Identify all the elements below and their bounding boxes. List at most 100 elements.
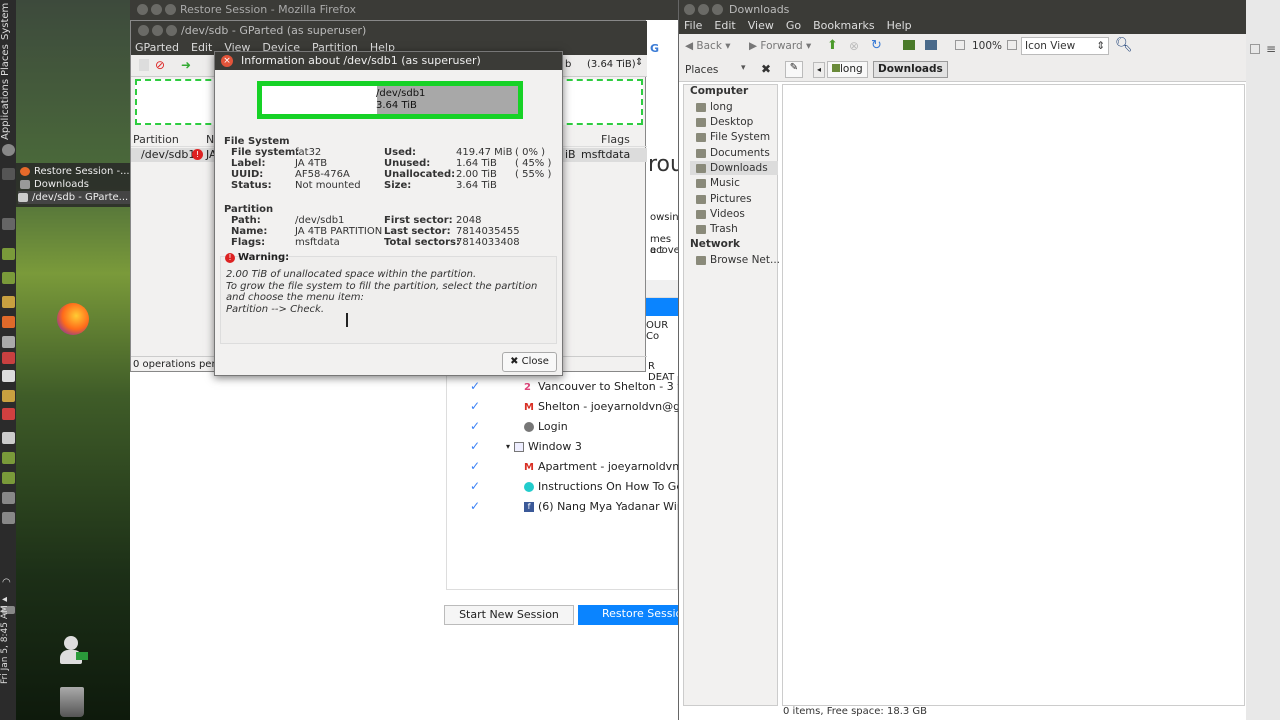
close-icon[interactable]: ×: [221, 55, 233, 67]
file-view[interactable]: [782, 84, 1245, 706]
sidebar-item-documents[interactable]: Documents: [696, 146, 784, 160]
start-new-session-button[interactable]: Start New Session: [444, 605, 574, 625]
sidebar-item-music[interactable]: Music: [696, 176, 784, 190]
restore-session-button[interactable]: Restore Session: [578, 605, 678, 625]
app-icon[interactable]: [2, 248, 15, 260]
menu-help[interactable]: Help: [887, 19, 912, 34]
drive-icon[interactable]: [2, 432, 15, 444]
maximize-icon[interactable]: [166, 25, 177, 36]
menu-gparted[interactable]: GParted: [135, 41, 179, 55]
reload-icon[interactable]: ↻: [871, 38, 882, 53]
panel-menu-system[interactable]: System: [0, 2, 18, 40]
close-icon[interactable]: [684, 4, 695, 15]
app-icon[interactable]: [2, 272, 15, 284]
tree-row-partial[interactable]: OUR Co: [646, 320, 678, 342]
sidebar-item-videos[interactable]: Videos: [696, 207, 784, 221]
checkbox[interactable]: ✓: [470, 459, 480, 473]
maximize-icon[interactable]: [712, 4, 723, 15]
app-icon[interactable]: [2, 452, 15, 464]
editor-icon[interactable]: [2, 370, 15, 382]
computer-icon[interactable]: [925, 40, 937, 50]
checkbox[interactable]: ✓: [470, 439, 480, 453]
folder-icon[interactable]: [2, 390, 15, 402]
checkbox[interactable]: ✓: [470, 399, 480, 413]
checkbox[interactable]: ✓: [470, 499, 480, 513]
column-flags[interactable]: Flags: [601, 133, 630, 146]
toolbar: ◀ Back ▾ ▶ Forward ▾ ⬆ ⊗ ↻ 100% Icon Vie…: [679, 34, 1247, 58]
sidebar-item-long[interactable]: long: [696, 100, 784, 114]
monitor-icon[interactable]: [2, 218, 15, 230]
device-selector[interactable]: (3.64 TiB): [587, 59, 636, 70]
zoom-in-icon[interactable]: [1007, 40, 1017, 50]
sidebar-item-downloads[interactable]: Downloads: [690, 161, 778, 175]
menu-edit[interactable]: Edit: [191, 41, 212, 55]
forward-button[interactable]: ▶ Forward ▾: [749, 40, 811, 52]
menu-file[interactable]: File: [684, 19, 702, 34]
edit-location-icon[interactable]: ✎: [785, 61, 803, 78]
sidebar-item-file-system[interactable]: File System: [696, 130, 784, 144]
menu-go[interactable]: Go: [786, 19, 801, 34]
minimize-icon[interactable]: [698, 4, 709, 15]
back-button[interactable]: ◀ Back ▾: [685, 40, 731, 52]
menu-view[interactable]: View: [748, 19, 774, 34]
sidebar-item-browse-network[interactable]: Browse Net...: [696, 253, 784, 267]
minimize-icon[interactable]: [151, 4, 162, 15]
column-name[interactable]: N: [206, 133, 214, 146]
minimize-icon[interactable]: [152, 25, 163, 36]
view-selector[interactable]: Icon View ⇕: [1021, 37, 1109, 55]
close-button[interactable]: ✖ Close: [502, 352, 557, 372]
close-sidebar-icon[interactable]: ✖: [761, 62, 771, 76]
tool-icon[interactable]: [2, 336, 15, 348]
window-icon[interactable]: [1250, 44, 1260, 54]
settings-icon[interactable]: [2, 144, 15, 156]
terminal-icon[interactable]: [2, 492, 15, 504]
sidebar-item-trash[interactable]: Trash: [696, 222, 784, 236]
chevron-down-icon[interactable]: ▾: [741, 63, 746, 73]
zoom-out-icon[interactable]: [955, 40, 965, 50]
task-downloads[interactable]: Downloads: [20, 178, 89, 191]
breadcrumb-long[interactable]: long: [827, 61, 868, 78]
menu-icon[interactable]: ≡: [1266, 42, 1276, 56]
places-selector[interactable]: Places: [685, 64, 718, 76]
search-icon[interactable]: 🔍︎: [1115, 37, 1133, 53]
app-icon[interactable]: [2, 352, 15, 364]
close-icon[interactable]: [138, 25, 149, 36]
task-firefox[interactable]: Restore Session -...: [20, 165, 130, 178]
checkbox[interactable]: ✓: [470, 419, 480, 433]
close-icon[interactable]: [137, 4, 148, 15]
trash-icon[interactable]: [60, 687, 84, 717]
stop-icon[interactable]: ⊗: [849, 39, 859, 53]
menu-bookmarks[interactable]: Bookmarks: [813, 19, 874, 34]
sidebar-item-desktop[interactable]: Desktop: [696, 115, 784, 129]
panel-menu-places[interactable]: Places: [0, 42, 18, 78]
app-icon[interactable]: [2, 512, 15, 524]
crumb-back-icon[interactable]: ◂: [813, 62, 825, 78]
task-gparted[interactable]: /dev/sdb - GParte...: [18, 191, 130, 204]
switch-user-icon[interactable]: [58, 636, 88, 670]
checkbox[interactable]: ✓: [470, 379, 480, 393]
firefox-desktop-icon[interactable]: [57, 303, 89, 335]
maximize-icon[interactable]: [165, 4, 176, 15]
app-icon[interactable]: [2, 472, 15, 484]
up-icon[interactable]: ⬆: [827, 38, 838, 53]
app-icon[interactable]: [2, 408, 15, 420]
clock[interactable]: Fri Jan 5, 8:45 AM: [0, 585, 16, 705]
sidebar-item-pictures[interactable]: Pictures: [696, 192, 784, 206]
chevron-down-icon[interactable]: ⇕: [635, 57, 643, 68]
folder-icon[interactable]: [2, 296, 15, 308]
software-icon[interactable]: [2, 316, 15, 328]
column-partition[interactable]: Partition: [133, 133, 179, 146]
delete-icon[interactable]: ⊘: [155, 58, 165, 72]
tab-row[interactable]: Login: [524, 420, 568, 433]
breadcrumb-downloads[interactable]: Downloads: [873, 61, 948, 78]
new-icon[interactable]: [139, 59, 149, 71]
panel-menu-applications[interactable]: Applications: [0, 79, 18, 140]
resize-icon[interactable]: ➜: [181, 58, 191, 72]
menu-edit[interactable]: Edit: [714, 19, 735, 34]
expand-icon[interactable]: ▾: [506, 442, 510, 451]
checkbox[interactable]: ✓: [470, 479, 480, 493]
window-row[interactable]: ▾ Window 3: [506, 440, 582, 453]
tab-row[interactable]: f (6) Nang Mya Yadanar Win: [524, 500, 684, 513]
home-icon[interactable]: [903, 40, 915, 50]
terminal-icon[interactable]: [2, 168, 15, 180]
